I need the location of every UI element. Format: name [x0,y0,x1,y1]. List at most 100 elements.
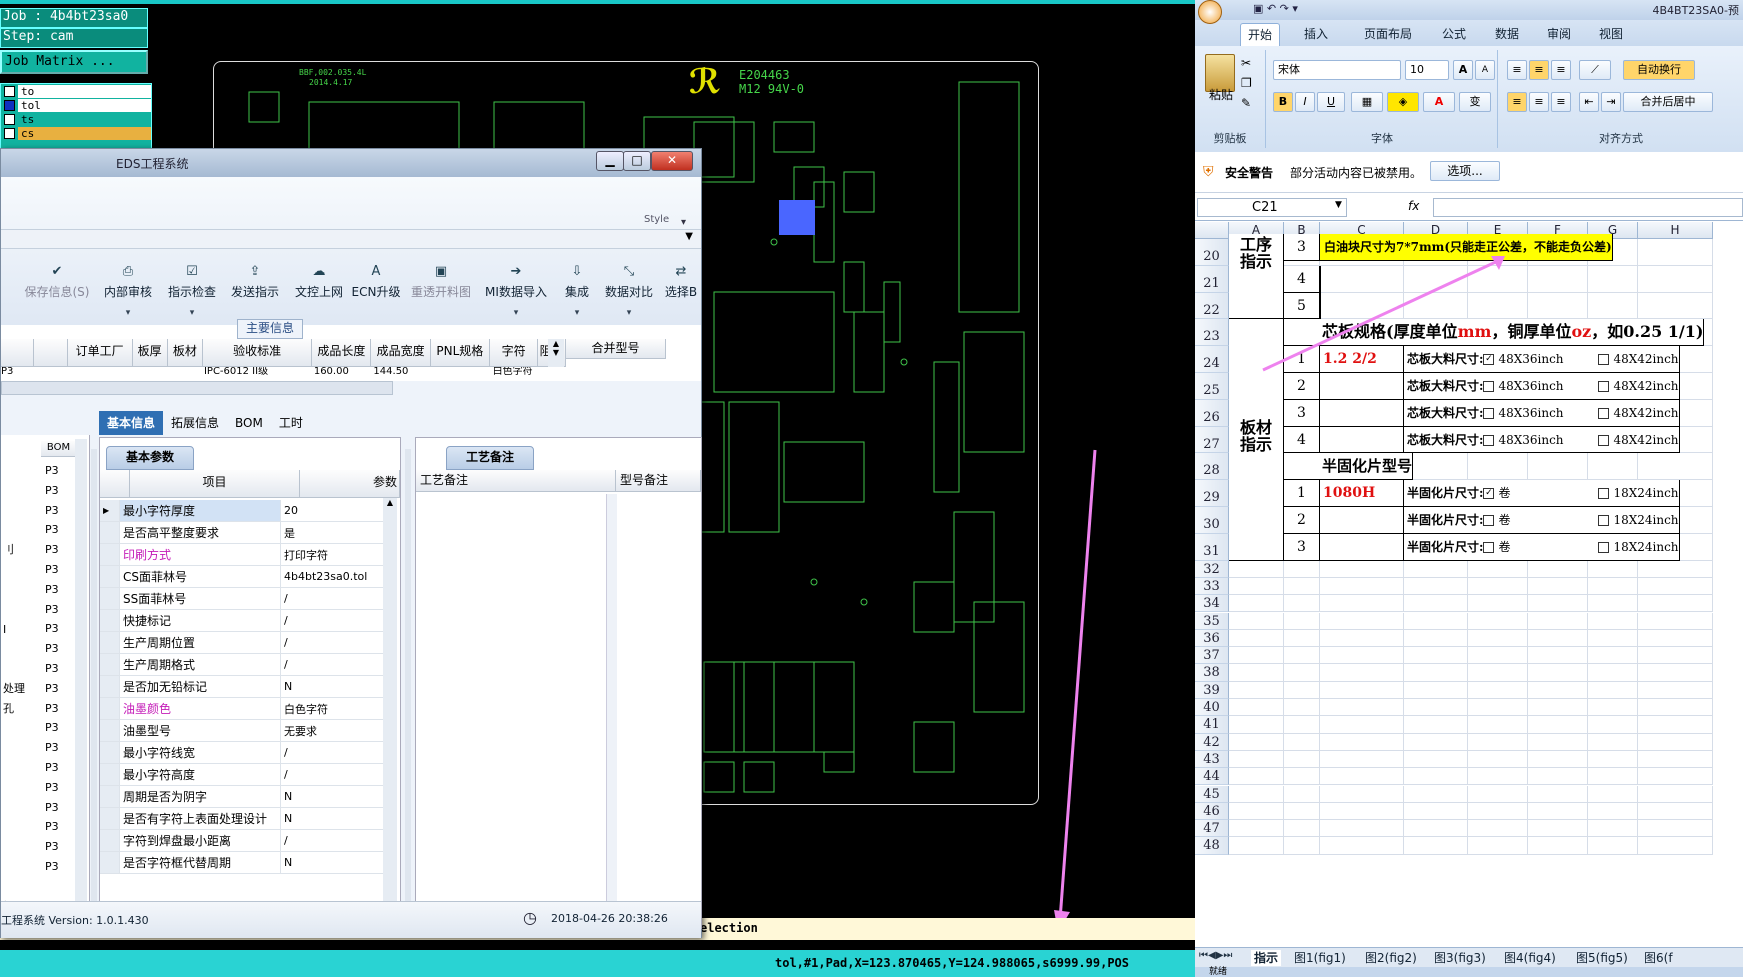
grid-cell[interactable] [1588,699,1638,717]
grid-cell[interactable] [1404,716,1468,734]
office-button-icon[interactable] [1198,0,1222,24]
process-notes-header[interactable]: 工艺备注 [416,470,616,492]
grid-cell[interactable] [1468,595,1528,613]
grid-cell[interactable] [1468,629,1528,648]
grid-cell[interactable] [1229,560,1284,578]
property-row[interactable]: 是否加无铅标记 N [100,675,388,698]
dropdown-arrow-icon[interactable]: ▾ [557,308,597,318]
grid-cell[interactable] [1284,629,1320,648]
basic-params-tab[interactable]: 基本参数 [106,446,194,470]
eds-window[interactable]: EDS工程系统 ▁ □ ✕ Style ▾ ▼ ✔ 保存信息(S) ⎙ 内部审核 ▾ … [0,148,702,938]
grid-header-cell[interactable]: 验收标准 [203,339,313,367]
grid-cell[interactable] [1588,292,1638,320]
grid-cell[interactable] [1528,768,1588,786]
left-list-item[interactable]: P3 [45,758,75,778]
layer-row[interactable]: tol [1,98,151,112]
grid-cell[interactable] [1229,577,1284,596]
grid-cell[interactable] [1284,785,1320,803]
grid-cell[interactable] [1404,785,1468,803]
grid-cell[interactable] [1320,837,1404,855]
left-list-item[interactable]: P3 [45,580,75,600]
grid-cell[interactable] [1229,837,1284,855]
dropdown-arrow-icon[interactable]: ▾ [599,308,659,318]
align-bottom-icon[interactable]: ≡ [1551,60,1571,80]
grid-cell[interactable] [1588,733,1638,751]
grid-cell[interactable] [1404,733,1468,751]
layer-checkbox[interactable] [4,113,15,125]
sheet-nav-icons[interactable]: ⏮◀▶⏭ [1199,950,1232,961]
sheet-tab[interactable]: 图3(fig3) [1431,950,1489,966]
property-value[interactable]: N [280,675,388,698]
grid-cell[interactable] [1638,560,1713,578]
option-checkbox[interactable] [1483,541,1495,553]
options-button[interactable]: 选项... [1430,161,1500,181]
grid-cell[interactable] [1320,699,1404,717]
grid-cell[interactable] [1638,453,1713,481]
dropdown-arrow-icon[interactable]: ▾ [161,308,223,318]
grid-cell[interactable] [1320,577,1404,596]
row-header[interactable]: 28 [1195,453,1229,481]
send-instruction-button[interactable]: ⇪ 发送指示 [225,265,285,325]
property-row[interactable]: ▶ 最小字符厚度 20 [100,500,388,522]
left-list-header[interactable]: BOM [41,441,77,457]
property-row[interactable]: 最小字符高度 / [100,763,388,786]
sheet-tab[interactable]: 指示 [1251,950,1282,966]
row-header[interactable]: 27 [1195,426,1229,454]
grid-cell[interactable] [1404,647,1468,665]
grid-cell[interactable] [1320,560,1404,578]
property-row[interactable]: 周期是否为阴字 N [100,785,388,808]
left-list-item[interactable]: P3 [45,837,75,857]
name-box-dropdown-icon[interactable]: ▼ [1335,200,1342,210]
tab-formulas[interactable]: 公式 [1435,23,1473,45]
left-list-item[interactable]: P3 [45,718,75,738]
grid-cell[interactable] [1638,664,1713,682]
tab-page-layout[interactable]: 页面布局 [1357,23,1419,45]
grid-cell[interactable] [1528,292,1588,320]
name-box[interactable]: C21 [1197,198,1347,217]
mi-import-button[interactable]: ➔ MI数据导入 ▾ [481,265,551,325]
grid-cell[interactable] [1404,768,1468,786]
option-checkbox[interactable] [1598,515,1610,526]
left-list-item[interactable]: P3 [45,798,75,818]
align-middle-icon[interactable]: ≡ [1529,60,1549,80]
grid-cell[interactable] [1284,681,1320,699]
grid-cell[interactable] [1638,820,1713,838]
grid-cell[interactable] [1588,768,1638,786]
grid-cell[interactable] [1229,647,1284,665]
grid-cell[interactable] [1588,716,1638,734]
left-list-item[interactable]: P3 [45,659,75,679]
left-list-item[interactable]: P3 [45,600,75,620]
sheet-tab[interactable]: 图4(fig4) [1501,950,1559,966]
process-notes-tab[interactable]: 工艺备注 [446,446,534,470]
layer-checkbox[interactable] [4,85,15,97]
sheet-tab[interactable]: 图2(fig2) [1362,950,1420,966]
doc-online-button[interactable]: ☁ 文控上网 [289,265,349,325]
row-header[interactable]: 33 [1195,577,1229,596]
option-checkbox[interactable] [1483,381,1495,392]
grid-cell[interactable] [1284,802,1320,821]
redraw-cutting-button[interactable]: ▣ 重透开料图 [406,265,476,325]
spec-cell[interactable] [1320,426,1404,454]
shrink-font-button[interactable]: A [1475,60,1495,80]
grid-cell[interactable] [1638,577,1713,596]
grid-cell[interactable] [1638,265,1713,293]
grid-cell[interactable] [1404,560,1468,578]
grid-cell[interactable] [1229,785,1284,803]
grid-cell[interactable] [1528,577,1588,596]
row-header[interactable]: 30 [1195,507,1229,534]
grid-cell[interactable] [1588,595,1638,613]
left-list-item[interactable]: P3 [45,540,75,560]
row-header[interactable]: 26 [1195,399,1229,427]
left-list-item[interactable]: P3 [45,699,75,719]
property-value[interactable]: N [280,785,388,808]
grid-cell[interactable] [1638,647,1713,665]
grid-cell[interactable] [1320,733,1404,751]
grid-cell[interactable] [1320,716,1404,734]
grid-cell[interactable] [1404,681,1468,699]
tab-data[interactable]: 数据 [1488,23,1526,45]
borders-icon[interactable]: ▦ [1351,92,1383,112]
property-value[interactable]: 4b4bt23sa0.tol [280,565,388,588]
grid-cell[interactable] [1468,699,1528,717]
grid-cell[interactable] [1588,453,1638,481]
grid-cell[interactable] [1404,612,1468,630]
